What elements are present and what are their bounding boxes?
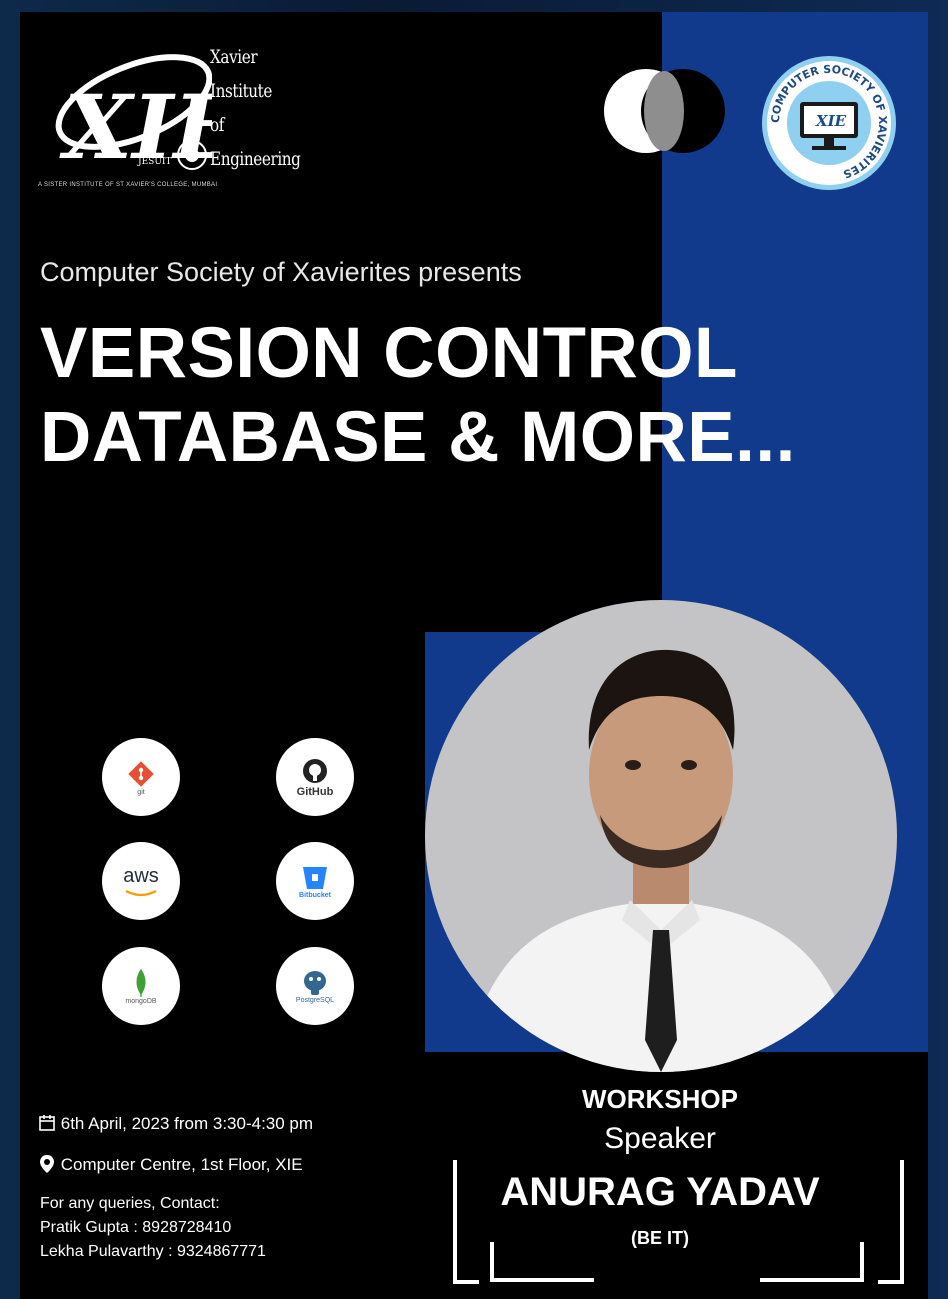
frame-bracket-inner-left [490, 1242, 594, 1282]
xie-logo-icon: XIE JESUIT [55, 54, 212, 179]
event-date: 6th April, 2023 from 3:30-4:30 pm [38, 1114, 313, 1134]
github-icon [303, 759, 327, 783]
institute-name-line: Engineering [210, 148, 301, 170]
speaker-name: ANURAG YADAV [500, 1170, 820, 1214]
svg-text:XIE: XIE [815, 112, 847, 130]
speaker-photo [425, 600, 897, 1072]
institute-name: Xavier Institute of Engineering [210, 40, 323, 176]
aws-badge: aws [102, 842, 180, 920]
bitbucket-icon [303, 866, 327, 889]
postgresql-icon [304, 970, 326, 995]
title-line-1: VERSION CONTROL [40, 314, 738, 393]
frame-bracket-left [453, 1160, 479, 1284]
calendar-icon [39, 1115, 55, 1131]
github-badge: GitHub [276, 738, 354, 816]
postgresql-badge: PostgreSQL [276, 947, 354, 1025]
contact-line: Pratik Gupta : 8928728410 [40, 1219, 232, 1236]
event-date-text: 6th April, 2023 from 3:30-4:30 pm [60, 1114, 314, 1133]
event-poster: XIE JESUIT Xavier Institute of Engineeri… [20, 12, 928, 1299]
speaker-label: Speaker [604, 1122, 716, 1155]
mongodb-icon [136, 968, 146, 997]
frame-bracket-right [878, 1160, 904, 1284]
institute-name-line: Xavier [210, 46, 258, 68]
event-venue-text: Computer Centre, 1st Floor, XIE [60, 1155, 303, 1174]
location-pin-icon [40, 1155, 54, 1173]
tool-label: Bitbucket [299, 891, 331, 899]
svg-text:JESUIT: JESUIT [137, 157, 172, 167]
institute-name-line: Institute [210, 80, 272, 102]
institute-subtitle: A SISTER INSTITUTE OF ST XAVIER'S COLLEG… [38, 182, 218, 188]
title-line-2: DATABASE & MORE... [40, 398, 796, 477]
mongodb-badge: mongoDB [102, 947, 180, 1025]
speaker-portrait [465, 649, 857, 1072]
git-badge: git [102, 738, 180, 816]
contact-block: For any queries, Contact: Pratik Gupta :… [40, 1192, 266, 1264]
presents-line: Computer Society of Xavierites presents [40, 257, 522, 287]
event-title: VERSION CONTROL DATABASE & MORE... [40, 312, 796, 480]
tool-label: mongoDB [125, 997, 157, 1005]
tool-label: aws [123, 864, 159, 887]
contact-heading: For any queries, Contact: [40, 1195, 220, 1212]
society-seal-icon: COMPUTER SOCIETY OF XAVIERITES XIE [762, 56, 896, 190]
tool-label: PostgreSQL [295, 996, 335, 1004]
aws-icon [125, 889, 157, 896]
workshop-label: WORKSHOP [582, 1084, 738, 1114]
society-mark-icon [604, 69, 725, 153]
institute-name-line: of [210, 114, 224, 136]
contact-line: Lekha Pulavarthy : 9324867771 [40, 1243, 266, 1260]
tool-label: GitHub [296, 786, 334, 798]
event-venue: Computer Centre, 1st Floor, XIE [38, 1154, 303, 1175]
git-icon [128, 760, 154, 787]
svg-text:XIE: XIE [59, 75, 212, 179]
tool-label: git [137, 788, 145, 796]
frame-bracket-inner-right [760, 1242, 864, 1282]
bitbucket-badge: Bitbucket [276, 842, 354, 920]
